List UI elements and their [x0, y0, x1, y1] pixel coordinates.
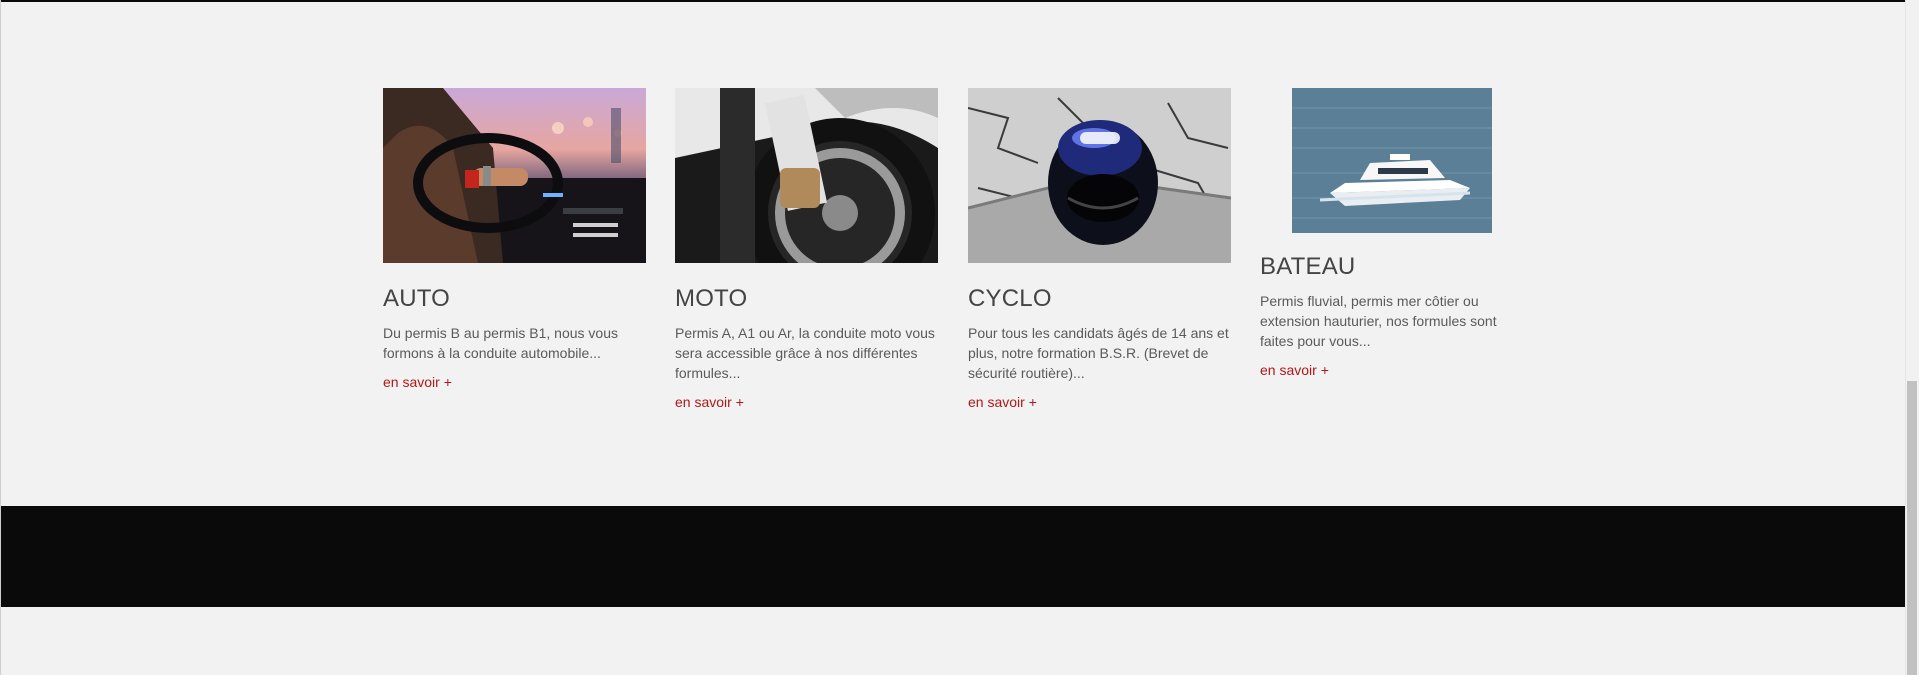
auto-read-more-link[interactable]: en savoir +	[383, 372, 452, 392]
service-card-auto: AUTO Du permis B au permis B1, nous vous…	[383, 88, 646, 392]
bateau-description: Permis fluvial, permis mer côtier ou ext…	[1260, 293, 1497, 349]
auto-image[interactable]	[383, 88, 646, 263]
service-card-cyclo: CYCLO Pour tous les candidats âgés de 14…	[968, 88, 1231, 412]
service-card-moto: MOTO Permis A, A1 ou Ar, la conduite mot…	[675, 88, 938, 412]
cyclo-title: CYCLO	[968, 285, 1052, 312]
bateau-title: BATEAU	[1260, 253, 1356, 280]
moto-title: MOTO	[675, 285, 748, 312]
auto-title: AUTO	[383, 285, 451, 312]
bateau-read-more-link[interactable]: en savoir +	[1260, 360, 1329, 380]
footer-band	[1, 506, 1905, 607]
moto-image[interactable]	[675, 88, 938, 263]
services-section: AUTO Du permis B au permis B1, nous vous…	[0, 0, 1905, 505]
cyclo-read-more-link[interactable]: en savoir +	[968, 392, 1037, 412]
service-card-bateau: BATEAU Permis fluvial, permis mer côtier…	[1260, 88, 1523, 380]
auto-description: Du permis B au permis B1, nous vous form…	[383, 325, 618, 361]
scrollbar-thumb[interactable]	[1907, 381, 1917, 675]
cyclo-description: Pour tous les candidats âgés de 14 ans e…	[968, 325, 1229, 381]
moto-read-more-link[interactable]: en savoir +	[675, 392, 744, 412]
moto-description: Permis A, A1 ou Ar, la conduite moto vou…	[675, 325, 935, 381]
bateau-image[interactable]	[1260, 88, 1523, 233]
cyclo-image[interactable]	[968, 88, 1231, 263]
page: AUTO Du permis B au permis B1, nous vous…	[0, 0, 1919, 675]
